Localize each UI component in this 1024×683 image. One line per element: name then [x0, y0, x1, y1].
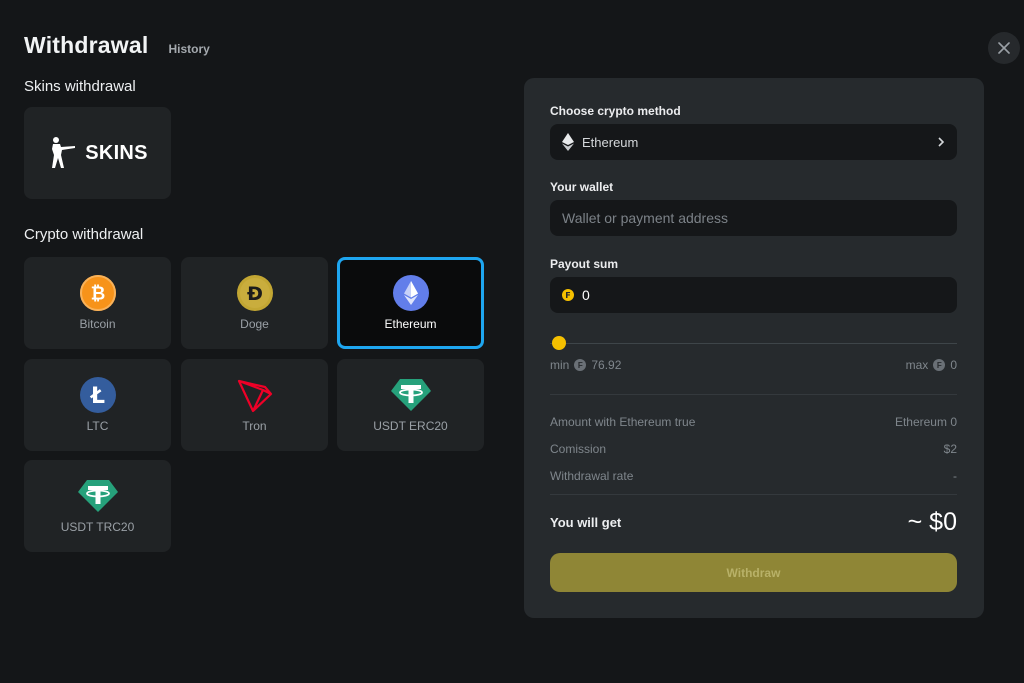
summary-row-amount: Amount with Ethereum true Ethereum 0 — [550, 415, 957, 429]
method-label: Ethereum — [384, 317, 437, 331]
max-label: max — [905, 358, 929, 372]
summary-row-rate: Withdrawal rate - — [550, 469, 957, 483]
selected-method-value: Ethereum — [582, 134, 639, 150]
payout-field-label: Payout sum — [550, 257, 619, 271]
close-icon — [998, 42, 1010, 54]
page-title: Withdrawal — [24, 32, 149, 58]
method-label: USDT TRC20 — [60, 520, 135, 534]
tether-icon — [390, 377, 432, 413]
method-label: Tron — [242, 419, 267, 433]
summary-label: Comission — [550, 442, 607, 456]
tether-icon — [77, 478, 119, 514]
method-tile-tron[interactable]: Tron — [181, 359, 328, 451]
total-label: You will get — [550, 515, 622, 530]
summary-row-commission: Comission $2 — [550, 442, 957, 456]
method-tile-ethereum[interactable]: Ethereum — [337, 257, 484, 349]
payout-slider-handle[interactable] — [552, 336, 566, 350]
ethereum-icon — [562, 133, 574, 151]
divider — [550, 494, 957, 495]
slider-min: min F 76.92 — [550, 358, 621, 372]
skins-method-tile[interactable]: SKINS — [24, 107, 171, 199]
close-button[interactable] — [988, 32, 1020, 64]
summary-value: $2 — [943, 442, 957, 456]
coin-icon: F — [933, 359, 946, 371]
max-value: 0 — [950, 358, 957, 372]
method-label: LTC — [86, 419, 109, 433]
tron-icon — [237, 377, 273, 413]
method-tile-usdt-trc20[interactable]: USDT TRC20 — [24, 460, 171, 552]
header: Withdrawal History — [24, 32, 210, 59]
total-value: ~ $0 — [907, 508, 957, 536]
crypto-method-select[interactable]: Ethereum — [550, 124, 957, 160]
doge-icon: Ð — [236, 275, 273, 311]
summary-value: Ethereum 0 — [894, 415, 957, 429]
soldier-icon — [52, 137, 76, 168]
coin-icon: F — [562, 289, 574, 301]
litecoin-icon: Ł — [79, 377, 116, 413]
ethereum-icon — [392, 275, 429, 311]
wallet-input[interactable]: Wallet or payment address — [550, 200, 957, 236]
method-tile-bitcoin[interactable]: ₿ Bitcoin — [24, 257, 171, 349]
svg-text:Ł: Ł — [89, 384, 104, 409]
slider-max: max F 0 — [906, 358, 957, 372]
chevron-right-icon — [938, 137, 945, 147]
wallet-placeholder: Wallet or payment address — [562, 210, 728, 226]
method-label: Doge — [240, 317, 269, 331]
total-row: You will get ~ $0 — [550, 508, 957, 537]
coin-icon: F — [574, 359, 587, 371]
summary-value: - — [953, 469, 957, 483]
method-tile-usdt-erc20[interactable]: USDT ERC20 — [337, 359, 484, 451]
method-label: Bitcoin — [79, 317, 116, 331]
method-field-label: Choose crypto method — [550, 104, 681, 118]
payout-input[interactable]: F 0 — [550, 277, 957, 313]
crypto-section-title: Crypto withdrawal — [24, 226, 144, 243]
withdraw-button[interactable]: Withdraw — [550, 553, 957, 592]
payout-slider-track[interactable] — [550, 343, 957, 344]
wallet-field-label: Your wallet — [550, 180, 614, 194]
summary-label: Amount with Ethereum true — [550, 415, 696, 429]
skins-section-title: Skins withdrawal — [24, 78, 136, 95]
summary-label: Withdrawal rate — [550, 469, 634, 483]
withdraw-panel: Choose crypto method Ethereum Your walle… — [524, 78, 984, 618]
method-label: USDT ERC20 — [373, 419, 448, 433]
skins-label: SKINS — [85, 141, 148, 164]
svg-text:F: F — [565, 291, 570, 300]
method-tile-doge[interactable]: Ð Doge — [181, 257, 328, 349]
svg-text:₿: ₿ — [90, 284, 105, 305]
history-link[interactable]: History — [168, 42, 209, 56]
min-label: min — [550, 358, 570, 372]
min-value: 76.92 — [591, 358, 622, 372]
bitcoin-icon: ₿ — [79, 275, 116, 311]
payout-value: 0 — [582, 287, 590, 303]
method-tile-ltc[interactable]: Ł LTC — [24, 359, 171, 451]
divider — [550, 394, 957, 395]
svg-text:Ð: Ð — [247, 283, 263, 305]
